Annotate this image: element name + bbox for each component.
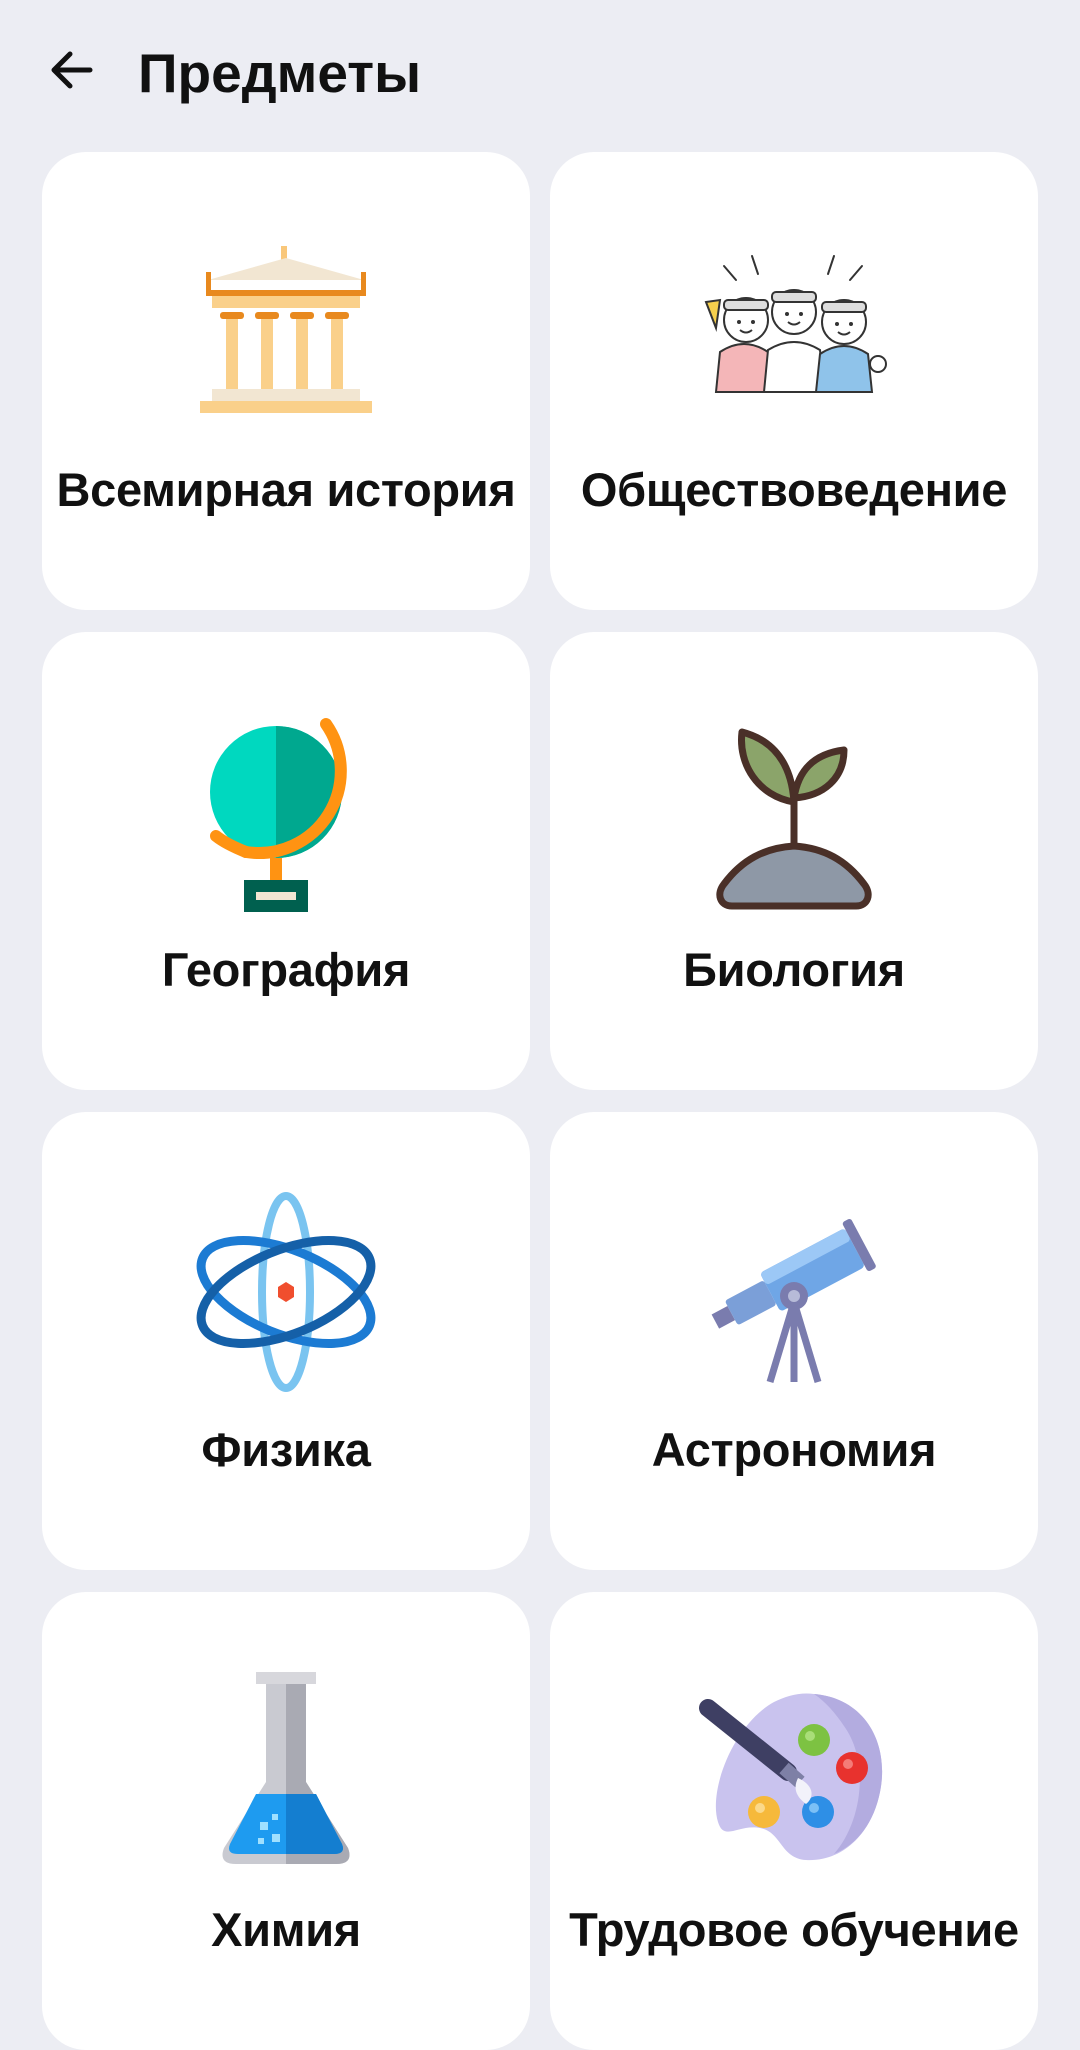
subject-label: Биология <box>683 943 905 996</box>
page-title: Предметы <box>138 42 422 104</box>
subject-card-world-history[interactable]: Всемирная история <box>42 152 530 610</box>
subject-label: Трудовое обучение <box>569 1903 1019 1956</box>
flask-icon <box>222 1672 350 1864</box>
subject-card-social-studies[interactable]: Обществоведение <box>550 152 1038 610</box>
arrow-left-icon <box>51 51 93 89</box>
app-header: Предметы <box>0 0 1080 145</box>
atom-icon <box>196 1192 376 1392</box>
subject-label: Всемирная история <box>56 463 516 516</box>
subject-card-geography[interactable]: География <box>42 632 530 1090</box>
sprout-icon <box>716 728 872 910</box>
subject-card-physics[interactable]: Физика <box>42 1112 530 1570</box>
telescope-icon <box>711 1219 876 1384</box>
classical-building-icon <box>200 246 372 413</box>
paint-palette-icon <box>699 1693 883 1861</box>
back-button[interactable] <box>36 30 108 110</box>
subject-label: Химия <box>211 1903 361 1956</box>
subject-label: Астрономия <box>651 1423 937 1476</box>
subject-label: География <box>161 943 411 996</box>
subject-label: Обществоведение <box>580 463 1008 516</box>
people-group-icon <box>704 255 887 393</box>
globe-icon <box>210 718 347 912</box>
subject-card-astronomy[interactable]: Астрономия <box>550 1112 1038 1570</box>
subject-card-chemistry[interactable]: Химия <box>42 1592 530 2050</box>
subject-label: Физика <box>201 1423 371 1476</box>
subject-card-labor-training[interactable]: Трудовое обучение <box>550 1592 1038 2050</box>
subject-card-biology[interactable]: Биология <box>550 632 1038 1090</box>
